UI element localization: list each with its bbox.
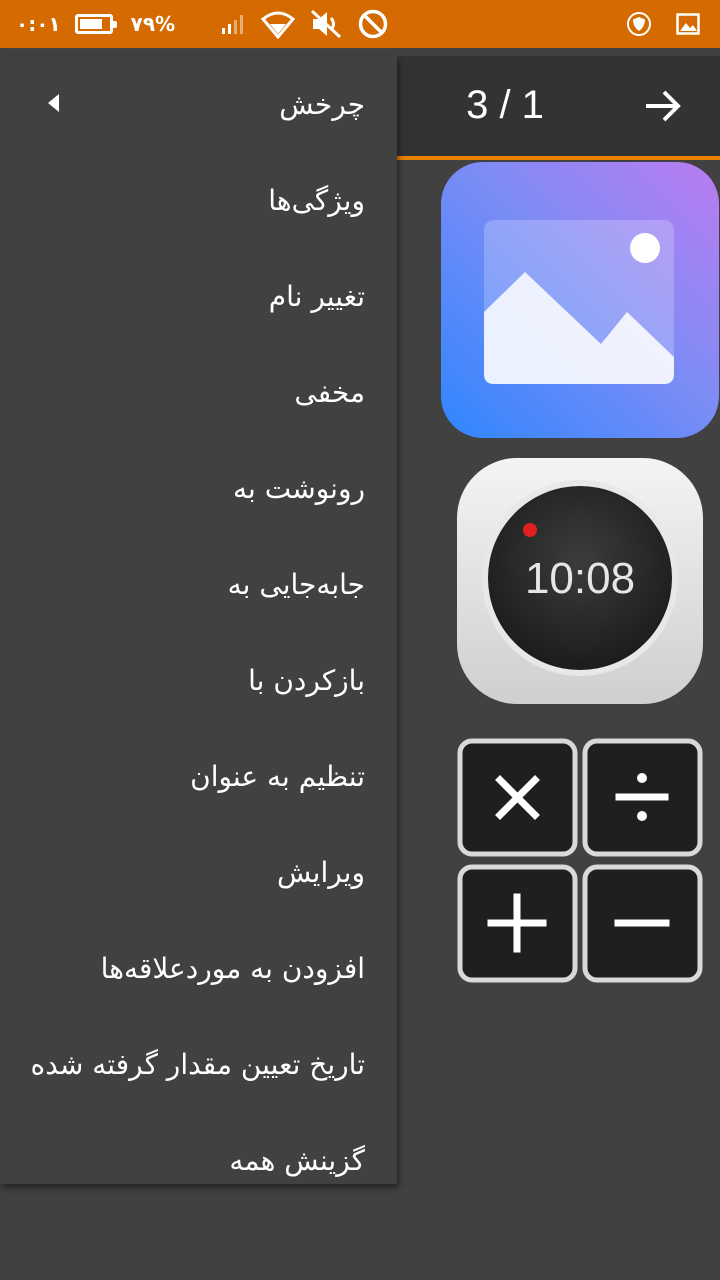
battery-icon [74, 14, 117, 34]
menu-item-date-taken[interactable]: تاریخ تعیین مقدار گرفته شده [0, 1016, 397, 1112]
menu-item-label: بازکردن با [248, 663, 365, 697]
menu-item-label: گزینش همه [229, 1143, 365, 1177]
menu-item-label: رونوشت به [233, 471, 365, 505]
menu-item-properties[interactable]: ویژگی‌ها [0, 152, 397, 248]
status-bar: ۰:۰۱ ۷۹% [0, 0, 720, 48]
calculator-app-tile[interactable] [455, 736, 705, 986]
menu-item-label: تغییر نام [268, 279, 365, 313]
menu-item-open-with[interactable]: بازکردن با [0, 632, 397, 728]
menu-item-edit[interactable]: ویرایش [0, 824, 397, 920]
image-icon [676, 13, 700, 35]
do-not-disturb-icon [358, 9, 388, 39]
menu-item-set-as[interactable]: تنظیم به عنوان [0, 728, 397, 824]
battery-percent: ۷۹% [130, 12, 176, 36]
page-counter: 3 / 1 [466, 83, 544, 127]
menu-item-hide[interactable]: مخفی [0, 344, 397, 440]
menu-item-label: ویژگی‌ها [268, 183, 365, 217]
gallery-icon [441, 162, 719, 438]
shield-icon [627, 12, 651, 36]
status-time: ۰:۰۱ [16, 12, 61, 36]
context-menu: چرخش ویژگی‌ها تغییر نام مخفی رونوشت به ج… [0, 56, 397, 1184]
caret-left-icon [48, 94, 59, 112]
menu-item-label: تنظیم به عنوان [190, 759, 365, 793]
wifi-icon [261, 11, 296, 39]
menu-item-rotate[interactable]: چرخش [0, 56, 397, 152]
menu-item-label: چرخش [279, 87, 365, 121]
menu-item-label: مخفی [294, 375, 365, 409]
menu-item-label: جابه‌جایی به [227, 567, 365, 601]
menu-item-label: افزودن به موردعلاقه‌ها [100, 951, 365, 985]
menu-item-move-to[interactable]: جابه‌جایی به [0, 536, 397, 632]
calculator-icon [457, 738, 703, 983]
clock-time: 10:08 [524, 554, 636, 603]
arrow-right-icon[interactable] [640, 82, 688, 130]
toolbar-accent-line [397, 156, 720, 160]
mute-icon [311, 9, 342, 39]
menu-item-copy-to[interactable]: رونوشت به [0, 440, 397, 536]
menu-item-select-all[interactable]: گزینش همه [0, 1112, 397, 1208]
gallery-app-tile[interactable] [441, 162, 719, 438]
menu-item-label: ویرایش [276, 855, 365, 889]
signal-icon [222, 15, 244, 34]
clock-app-tile[interactable]: 10:08 [455, 456, 705, 706]
menu-item-add-to-favorites[interactable]: افزودن به موردعلاقه‌ها [0, 920, 397, 1016]
menu-item-rename[interactable]: تغییر نام [0, 248, 397, 344]
menu-item-label: تاریخ تعیین مقدار گرفته شده [30, 1047, 365, 1081]
